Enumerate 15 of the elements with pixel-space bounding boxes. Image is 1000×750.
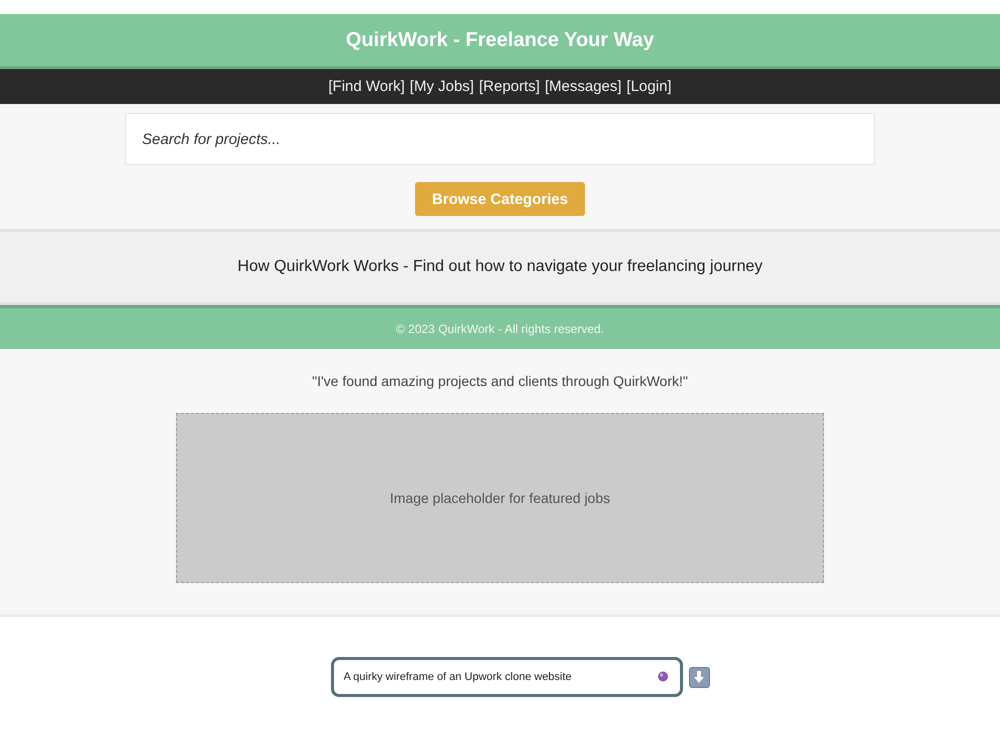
nav-link[interactable]: [My Jobs] bbox=[410, 78, 474, 95]
site-title: QuirkWork - Freelance Your Way bbox=[346, 28, 654, 52]
search-field[interactable]: Search for projects... bbox=[125, 113, 875, 165]
nav-link[interactable]: [Find Work] bbox=[328, 78, 405, 95]
nav-link[interactable]: [Reports] bbox=[478, 78, 540, 95]
how-it-works-text: How QuirkWork Works - Find out how to navigate your freelancing journey bbox=[238, 258, 762, 276]
nav-link[interactable]: [Login] bbox=[626, 78, 672, 95]
copyright-text: © 2023 QuirkWork - All rights reserved. bbox=[396, 322, 604, 336]
testimonial-quote: "I've found amazing projects and clients through QuirkWork!" bbox=[312, 373, 688, 389]
down-arrow-icon bbox=[692, 670, 706, 684]
placeholder-text: Image placeholder for featured jobs bbox=[390, 490, 610, 506]
nav-link[interactable]: [Messages] bbox=[544, 78, 622, 95]
prompt-field[interactable]: A quirky wireframe of an Upwork clone website bbox=[330, 657, 682, 697]
orb-icon bbox=[656, 671, 668, 683]
download-button[interactable] bbox=[688, 666, 710, 688]
